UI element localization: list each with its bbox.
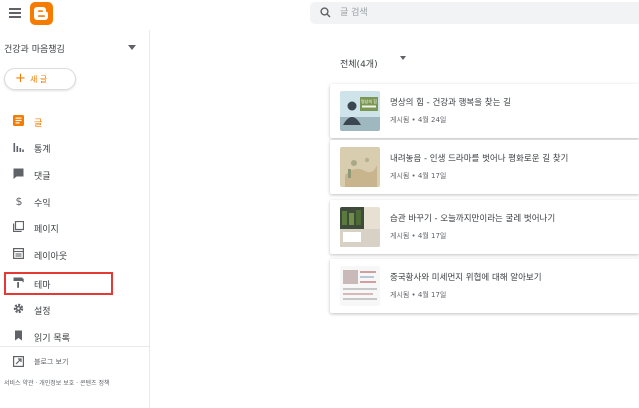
settings-icon	[13, 303, 24, 314]
sidebar-item-reading-list[interactable]: 읽기 목록	[0, 326, 150, 346]
blog-name: 건강과 마음챙김	[4, 45, 65, 55]
sidebar-item-comments[interactable]: 댓글	[0, 164, 150, 184]
stats-icon	[13, 143, 24, 152]
search-input[interactable]	[340, 4, 620, 22]
svg-text:$: $	[16, 195, 23, 206]
post-list-item[interactable]: 명상의 힘 명상의 힘 - 건강과 행복을 찾는 길 게시됨 • 4월 24일	[330, 84, 639, 138]
post-meta: 게시됨 • 4월 17일	[390, 291, 447, 299]
sidebar-divider	[0, 346, 150, 347]
filter-label: 전체(4개)	[340, 60, 378, 70]
post-meta: 게시됨 • 4월 24일	[390, 116, 447, 124]
post-list-item[interactable]: 습관 바꾸기 - 오늘까지만이라는 굴레 벗어나기 게시됨 • 4월 17일	[330, 200, 639, 254]
sidebar-item-label: 댓글	[34, 172, 51, 182]
blog-selector[interactable]: 건강과 마음챙김	[4, 40, 144, 56]
posts-icon	[13, 115, 24, 126]
post-meta: 게시됨 • 4월 17일	[390, 232, 447, 240]
pages-icon	[13, 221, 24, 232]
post-thumbnail	[340, 266, 380, 306]
sidebar-item-label: 레이아웃	[34, 252, 68, 262]
post-list-item[interactable]: 내려놓음 - 인생 드라마를 벗어나 평화로운 길 찾기 게시됨 • 4월 17…	[330, 140, 639, 194]
sidebar-item-pages[interactable]: 페이지	[0, 217, 150, 237]
comments-icon	[13, 168, 24, 179]
sidebar-item-label: 읽기 목록	[34, 334, 70, 344]
caret-down-icon	[400, 56, 406, 60]
sidebar-item-label: 설정	[34, 307, 51, 317]
search-icon	[320, 7, 331, 18]
post-filter-dropdown[interactable]: 전체(4개)	[340, 52, 406, 70]
sidebar-item-layout[interactable]: 레이아웃	[0, 244, 150, 264]
thumbnail-text: 명상의 힘	[361, 98, 377, 104]
post-thumbnail	[340, 147, 380, 187]
footer-links[interactable]: 서비스 약관 · 개인정보 보호 · 콘텐츠 정책	[4, 378, 110, 387]
sidebar-item-posts[interactable]: 글	[0, 111, 150, 131]
post-meta: 게시됨 • 4월 17일	[390, 172, 447, 180]
reading-list-icon	[15, 330, 22, 341]
top-bar	[0, 0, 639, 30]
plus-icon: +	[15, 71, 26, 86]
post-list-item[interactable]: 중국황사와 미세먼지 위협에 대해 알아보기 게시됨 • 4월 17일	[330, 259, 639, 313]
sidebar-item-earnings[interactable]: $ 수익	[0, 191, 150, 211]
sidebar-item-stats[interactable]: 통계	[0, 137, 150, 157]
earnings-icon: $	[16, 195, 23, 206]
post-thumbnail: 명상의 힘	[340, 91, 380, 131]
sidebar-item-settings[interactable]: 설정	[0, 299, 150, 319]
caret-down-icon	[128, 45, 136, 50]
sidebar-item-label: 통계	[34, 145, 51, 155]
post-title[interactable]: 내려놓음 - 인생 드라마를 벗어나 평화로운 길 찾기	[390, 152, 568, 164]
post-title[interactable]: 명상의 힘 - 건강과 행복을 찾는 길	[390, 96, 511, 108]
open-external-icon	[13, 356, 24, 367]
sidebar-item-label: 글	[34, 119, 43, 129]
menu-icon[interactable]	[9, 8, 21, 18]
post-title[interactable]: 중국황사와 미세먼지 위협에 대해 알아보기	[390, 271, 542, 283]
new-post-button[interactable]: + 새 글	[4, 68, 76, 90]
view-blog-link[interactable]: 블로그 보기	[0, 354, 150, 370]
layout-icon	[13, 248, 24, 259]
sidebar-item-label: 페이지	[34, 225, 59, 235]
new-post-label: 새 글	[30, 75, 48, 84]
theme-highlight-box	[4, 272, 113, 295]
post-title[interactable]: 습관 바꾸기 - 오늘까지만이라는 굴레 벗어나기	[390, 212, 555, 224]
post-thumbnail	[340, 207, 380, 247]
search-bar[interactable]	[310, 2, 639, 24]
sidebar: 건강과 마음챙김 + 새 글 글 통계 댓글 $ 수익 페이지 레이아웃 테마 …	[0, 30, 150, 408]
blogger-logo-icon[interactable]	[30, 2, 53, 25]
sidebar-item-label: 수익	[34, 199, 51, 209]
view-blog-label: 블로그 보기	[34, 358, 69, 366]
